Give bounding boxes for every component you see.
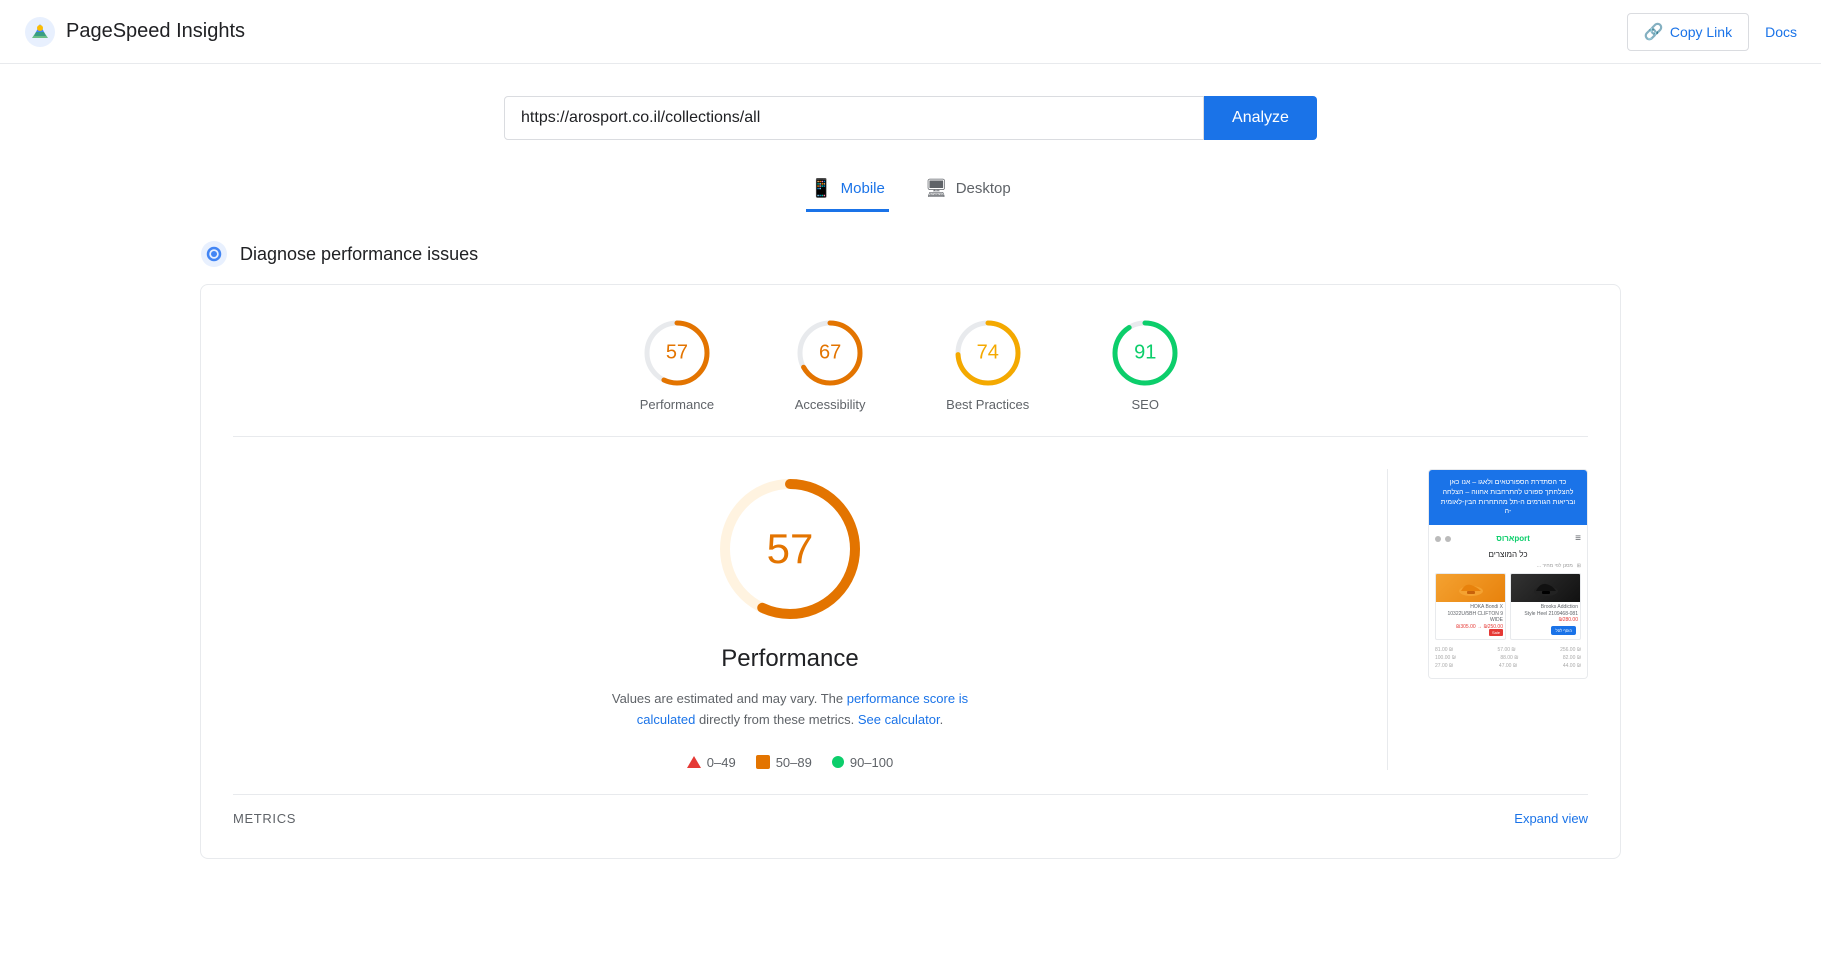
vertical-divider bbox=[1387, 469, 1388, 770]
screenshot-banner: כד הסתדרת הספורטאים ולאגו – אנו כאן להצל… bbox=[1429, 470, 1587, 525]
screenshot-body: ארוסport ≡ כל המוצרים ⊞ מסנן לפי מחיר ..… bbox=[1429, 525, 1587, 678]
product-1-info: HOKA Bondi X 10322U/5BH CLIFTON 9 WIDE ₪… bbox=[1436, 602, 1505, 639]
calculator-link[interactable]: See calculator bbox=[858, 712, 940, 727]
screenshot-site-logo: ארוסport bbox=[1496, 534, 1530, 543]
product-2-info: Brooks Addiction Style Heel 2109468-081 … bbox=[1511, 602, 1580, 639]
best-practices-label: Best Practices bbox=[946, 397, 1029, 412]
screenshot-nav: ארוסport ≡ bbox=[1435, 531, 1581, 546]
scores-row: 57 Performance 67 Accessibility bbox=[233, 317, 1588, 437]
website-screenshot: כד הסתדרת הספורטאים ולאגו – אנו כאן להצל… bbox=[1428, 469, 1588, 679]
score-accessibility: 67 Accessibility bbox=[794, 317, 866, 412]
detail-section: 57 Performance Values are estimated and … bbox=[233, 469, 1588, 770]
big-performance-circle: 57 bbox=[710, 469, 870, 629]
product-2-btn: הוסף לסל bbox=[1551, 626, 1576, 635]
screenshot-menu-icon: ≡ bbox=[1575, 533, 1581, 544]
seo-score: 91 bbox=[1134, 342, 1156, 365]
nav-icons bbox=[1435, 536, 1451, 542]
seo-circle: 91 bbox=[1109, 317, 1181, 389]
url-input[interactable] bbox=[504, 96, 1204, 140]
nav-dot-1 bbox=[1435, 536, 1441, 542]
legend-orange: 50–89 bbox=[756, 755, 812, 770]
metrics-label: METRICS bbox=[233, 811, 296, 826]
accessibility-label: Accessibility bbox=[795, 397, 866, 412]
performance-label: Performance bbox=[640, 397, 714, 412]
docs-link[interactable]: Docs bbox=[1765, 24, 1797, 40]
legend-red: 0–49 bbox=[687, 755, 736, 770]
screenshot-filter-text: מסנן לפי מחיר ... bbox=[1537, 563, 1573, 569]
header: PageSpeed Insights 🔗 Copy Link Docs bbox=[0, 0, 1821, 64]
diagnose-icon bbox=[200, 240, 228, 268]
nav-dot-2 bbox=[1445, 536, 1451, 542]
accessibility-circle: 67 bbox=[794, 317, 866, 389]
screenshot-products: HOKA Bondi X 10322U/5BH CLIFTON 9 WIDE ₪… bbox=[1435, 573, 1581, 640]
screenshot-more-rows: ₪ 256.00₪ 57.00₪ 81.00 ₪ 82.00₪ 88.00₪ 1… bbox=[1435, 644, 1581, 672]
performance-score: 57 bbox=[666, 342, 688, 365]
product-image-shoe-black bbox=[1511, 574, 1580, 602]
results-card: 57 Performance 67 Accessibility bbox=[200, 284, 1621, 859]
search-area: Analyze bbox=[0, 64, 1821, 156]
score-seo: 91 SEO bbox=[1109, 317, 1181, 412]
section-heading-text: Diagnose performance issues bbox=[240, 244, 478, 265]
tab-desktop[interactable]: 🖥 Desktop bbox=[921, 168, 1015, 212]
green-circle-icon bbox=[832, 756, 844, 768]
detail-title: Performance bbox=[721, 645, 858, 673]
red-triangle-icon bbox=[687, 756, 701, 768]
metrics-bar: METRICS Expand view bbox=[233, 794, 1588, 826]
product-card-2: Brooks Addiction Style Heel 2109468-081 … bbox=[1510, 573, 1581, 640]
screenshot-page-title: כל המוצרים bbox=[1435, 550, 1581, 559]
screenshot-grid-icon: ⊞ bbox=[1577, 563, 1581, 569]
mobile-icon: 📱 bbox=[810, 178, 832, 199]
logo-area: PageSpeed Insights bbox=[24, 16, 245, 48]
app-title: PageSpeed Insights bbox=[66, 20, 245, 43]
detail-description: Values are estimated and may vary. The p… bbox=[600, 689, 980, 731]
seo-label: SEO bbox=[1132, 397, 1159, 412]
link-icon: 🔗 bbox=[1644, 22, 1664, 42]
device-tabs: 📱 Mobile 🖥 Desktop bbox=[0, 156, 1821, 224]
legend-row: 0–49 50–89 90–100 bbox=[687, 755, 893, 770]
score-best-practices: 74 Best Practices bbox=[946, 317, 1029, 412]
detail-right: כד הסתדרת הספורטאים ולאגו – אנו כאן להצל… bbox=[1428, 469, 1588, 679]
copy-link-button[interactable]: 🔗 Copy Link bbox=[1627, 13, 1749, 51]
expand-view-button[interactable]: Expand view bbox=[1514, 811, 1588, 826]
legend-green: 90–100 bbox=[832, 755, 893, 770]
desktop-icon: 🖥 bbox=[925, 178, 948, 199]
orange-square-icon bbox=[756, 755, 770, 769]
header-actions: 🔗 Copy Link Docs bbox=[1627, 13, 1797, 51]
score-performance: 57 Performance bbox=[640, 317, 714, 412]
pagespeed-logo-icon bbox=[24, 16, 56, 48]
accessibility-score: 67 bbox=[819, 342, 841, 365]
detail-left: 57 Performance Values are estimated and … bbox=[233, 469, 1347, 770]
product-card-1: HOKA Bondi X 10322U/5BH CLIFTON 9 WIDE ₪… bbox=[1435, 573, 1506, 640]
analyze-button[interactable]: Analyze bbox=[1204, 96, 1317, 140]
tab-mobile[interactable]: 📱 Mobile bbox=[806, 168, 889, 212]
product-image-shoe-orange bbox=[1436, 574, 1505, 602]
big-performance-score: 57 bbox=[767, 525, 814, 573]
best-practices-score: 74 bbox=[977, 342, 999, 365]
best-practices-circle: 74 bbox=[952, 317, 1024, 389]
section-heading-area: Diagnose performance issues bbox=[0, 224, 1821, 284]
performance-circle: 57 bbox=[641, 317, 713, 389]
